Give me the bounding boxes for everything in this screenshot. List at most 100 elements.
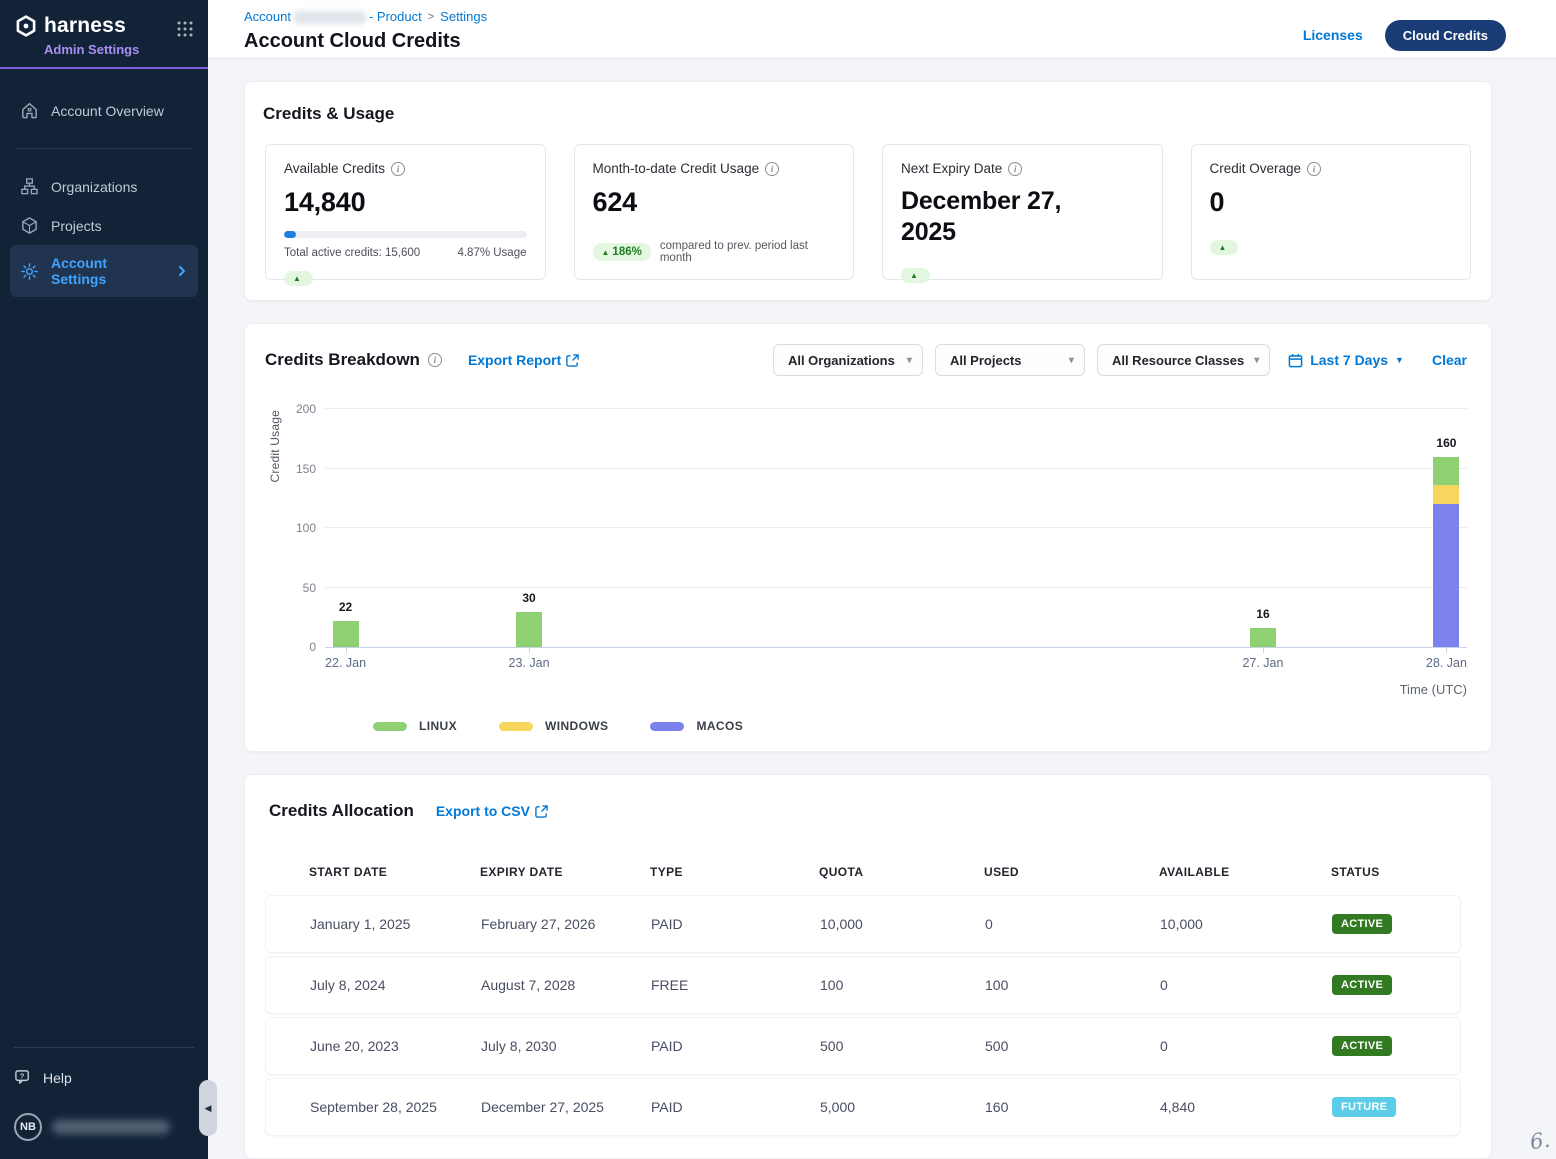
app-grid-icon[interactable] [176,20,194,38]
bar-value-label: 30 [522,591,535,605]
avatar[interactable]: NB [14,1113,42,1141]
bar-segment-macos [1433,504,1459,647]
cell-expiry-date: December 27, 2025 [481,1099,651,1115]
filter-all-resource-classes[interactable]: All Resource Classes ▾ [1097,344,1270,376]
date-range-picker[interactable]: Last 7 Days ▼ [1288,352,1404,368]
table-row[interactable]: July 8, 2024 August 7, 2028 FREE 100 100… [265,956,1461,1014]
sidebar-collapse-handle[interactable]: ◀ [199,1080,217,1136]
cell-start-date: September 28, 2025 [310,1099,481,1115]
harness-logo[interactable]: harness [14,14,126,38]
arrow-up-icon: ▲ [602,248,610,257]
sidebar-item-account-overview[interactable]: Account Overview [10,91,198,130]
delta-row: ▲ [284,271,527,286]
arrow-up-icon: ▲ [293,274,301,283]
sidebar-bottom: ? Help NB [0,1047,208,1159]
bar-segment-windows [1433,485,1459,504]
export-report-link[interactable]: Export Report [468,352,579,368]
chart-y-axis-label: Credit Usage [268,410,282,482]
delta-badge: ▲ [901,268,930,283]
cell-start-date: January 1, 2025 [310,916,481,932]
column-header-available: AVAILABLE [1159,865,1331,879]
info-icon[interactable]: i [428,353,442,367]
info-icon[interactable]: i [765,162,779,176]
cell-quota: 10,000 [820,916,985,932]
filter-all-projects[interactable]: All Projects ▾ [935,344,1085,376]
breakdown-filters: All Organizations ▾ All Projects ▾ All R… [773,344,1467,376]
table-row[interactable]: January 1, 2025 February 27, 2026 PAID 1… [265,895,1461,953]
stat-label: Next Expiry Date [901,161,1002,176]
x-tick-label: 27. Jan [1242,656,1283,670]
page-header: Account- Product > Settings Account Clou… [208,0,1556,59]
allocation-table: START DATEEXPIRY DATETYPEQUOTAUSEDAVAILA… [265,855,1461,1136]
external-link-icon [566,354,579,367]
export-csv-link[interactable]: Export to CSV [436,803,548,819]
status-badge: ACTIVE [1332,914,1392,934]
handwritten-annotation: 6. [1528,1128,1551,1155]
cell-type: PAID [651,916,820,932]
allocation-title: Credits Allocation [269,801,414,821]
sidebar-item-account-settings[interactable]: Account Settings [10,245,198,297]
delta-note: compared to prev. period last month [660,240,835,264]
sidebar: harness Admin Settings Account Overview … [0,0,208,1159]
column-header-status: STATUS [1331,865,1461,879]
org-chart-icon [20,177,39,196]
info-icon[interactable]: i [1008,162,1022,176]
clear-filters-link[interactable]: Clear [1432,352,1467,368]
legend-item-macos[interactable]: MACOS [650,719,743,733]
table-row[interactable]: June 20, 2023 July 8, 2030 PAID 500 500 … [265,1017,1461,1075]
arrow-up-icon: ▲ [1219,243,1227,252]
bar-28jan[interactable] [1433,457,1459,647]
help-item[interactable]: ? Help [14,1068,194,1087]
delta-badge: ▲186% [593,243,651,261]
bar-23jan[interactable] [516,612,542,648]
stat-card: Available Credits i 14,840 Total active … [265,144,546,280]
delta-row: ▲ [1210,240,1453,255]
filter-all-organizations[interactable]: All Organizations ▾ [773,344,923,376]
legend-item-windows[interactable]: WINDOWS [499,719,608,733]
cloud-credits-button[interactable]: Cloud Credits [1385,20,1506,51]
breadcrumb-settings-link[interactable]: Settings [440,9,487,24]
calendar-icon [1288,353,1303,368]
stat-label: Available Credits [284,161,385,176]
breadcrumb-account-link[interactable]: Account- Product [244,9,422,24]
delta-badge: ▲ [284,271,313,286]
legend-swatch [373,722,407,731]
bar-22jan[interactable] [333,621,359,647]
licenses-link[interactable]: Licenses [1303,27,1363,43]
brand-name: harness [44,14,126,38]
info-icon[interactable]: i [1307,162,1321,176]
delta-badge: ▲ [1210,240,1239,255]
stat-value: 624 [593,186,836,219]
cube-icon [20,216,39,235]
table-row[interactable]: September 28, 2025 December 27, 2025 PAI… [265,1078,1461,1136]
sidebar-item-projects[interactable]: Projects [10,206,198,245]
cell-quota: 500 [820,1038,985,1054]
legend-item-linux[interactable]: LINUX [373,719,457,733]
redacted-account-name [293,11,367,24]
bar-value-label: 22 [339,600,352,614]
user-row: NB [14,1113,194,1141]
chart-x-axis-label: Time (UTC) [285,682,1467,697]
harness-logo-icon [14,14,38,38]
info-icon[interactable]: i [391,162,405,176]
user-name-redacted [52,1120,170,1134]
help-chat-icon: ? [14,1068,33,1087]
y-tick-label: 0 [309,640,316,654]
cell-quota: 100 [820,977,985,993]
bar-value-label: 16 [1256,607,1269,621]
bar-value-label: 160 [1436,436,1456,450]
cell-available: 10,000 [1160,916,1332,932]
breakdown-title: Credits Breakdown [265,350,420,370]
sidebar-item-organizations[interactable]: Organizations [10,167,198,206]
bar-27jan[interactable] [1250,628,1276,647]
bar-segment-linux [1433,457,1459,486]
legend-swatch [499,722,533,731]
chart-plot-area[interactable]: 0501001502002222. Jan3023. Jan1627. Jan1… [325,410,1467,648]
y-tick-label: 150 [296,462,316,476]
breadcrumb-separator: > [428,11,434,23]
cell-used: 100 [985,977,1160,993]
cell-used: 0 [985,916,1160,932]
y-tick-label: 100 [296,521,316,535]
stat-card: Month-to-date Credit Usage i 624 ▲186% c… [574,144,855,280]
breadcrumb: Account- Product > Settings [244,9,487,24]
